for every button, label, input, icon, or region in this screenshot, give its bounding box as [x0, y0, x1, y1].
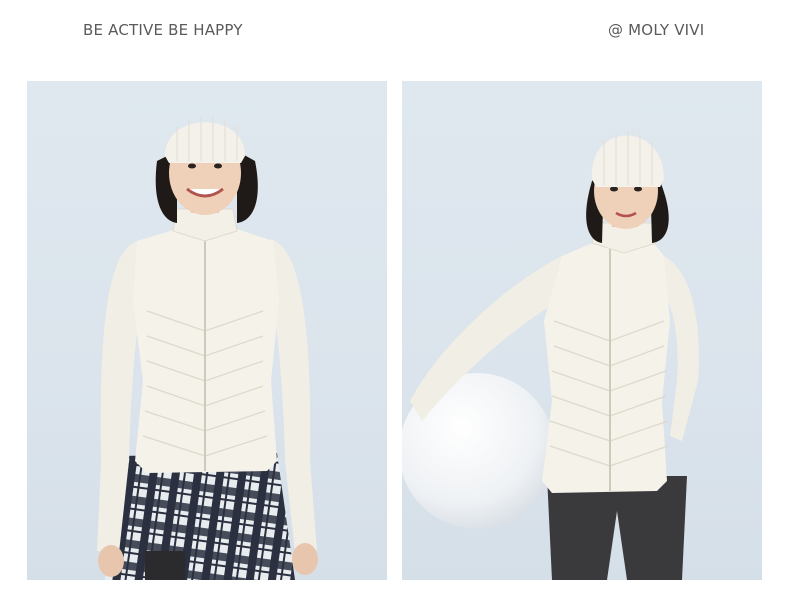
photo-illustration-right — [402, 131, 699, 580]
product-photo-left[interactable] — [27, 81, 387, 580]
tagline-text: BE ACTIVE BE HAPPY — [83, 21, 243, 39]
brand-handle[interactable]: @ MOLY VIVI — [608, 21, 704, 39]
photo-illustration-left — [97, 116, 318, 580]
product-photo-right[interactable] — [402, 81, 762, 580]
